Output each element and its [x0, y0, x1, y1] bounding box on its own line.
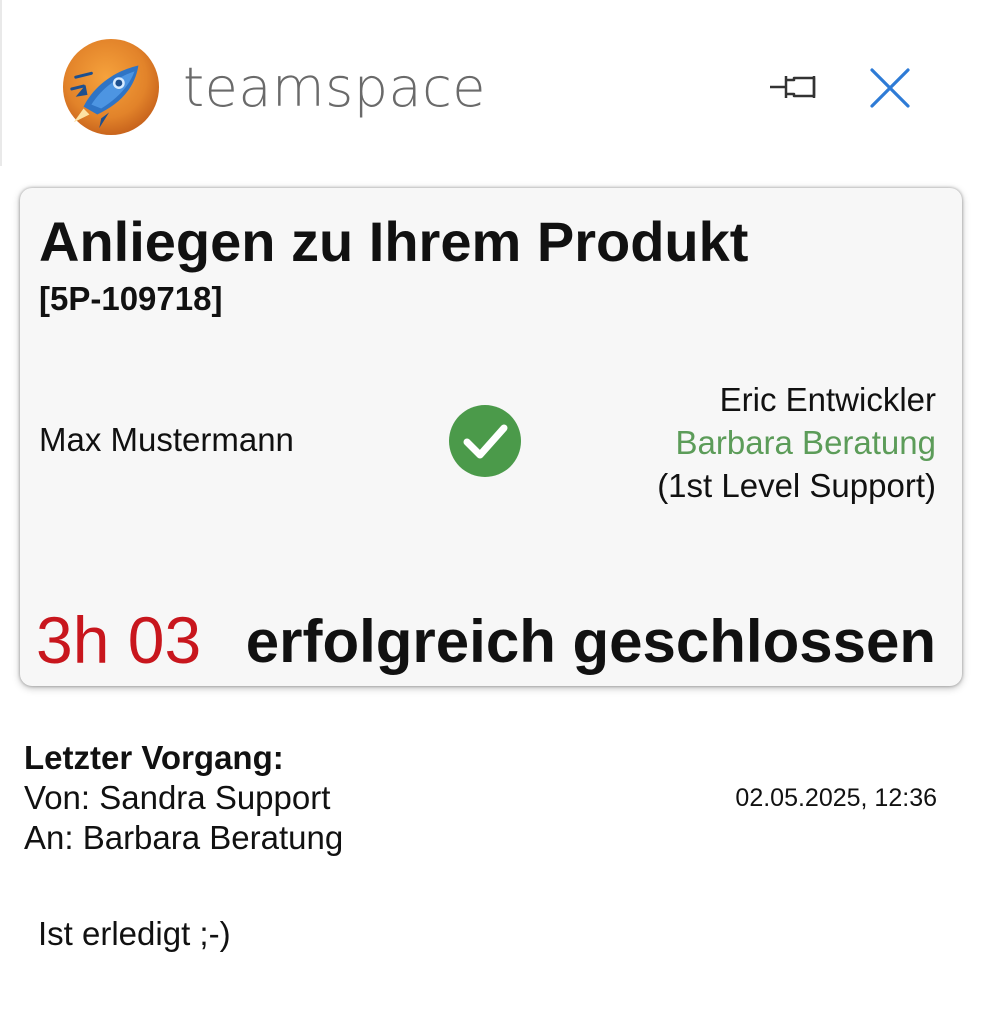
ticket-id: [5P-109718] [39, 280, 223, 317]
ticket-title: Anliegen zu Ihrem Produkt [39, 210, 749, 273]
last-action-message: Ist erledigt ;-) [38, 915, 231, 952]
header: teamspace [0, 0, 982, 170]
app-name: teamspace [183, 56, 487, 119]
rocket-logo-icon [62, 38, 160, 136]
assignee-advisor: Barbara Beratung [675, 424, 936, 461]
check-circle-icon [449, 405, 521, 477]
close-button[interactable] [864, 62, 916, 114]
pin-icon [770, 76, 816, 98]
last-action-section: Letzter Vorgang: Von: Sandra Support An:… [24, 738, 939, 858]
assignee-list: Eric Entwickler Barbara Beratung (1st Le… [657, 378, 936, 507]
ticket-duration: 3h 03 [36, 603, 202, 677]
assignee-role: (1st Level Support) [657, 467, 936, 504]
assignee-developer: Eric Entwickler [719, 381, 936, 418]
close-icon [870, 68, 910, 108]
last-action-timestamp: 02.05.2025, 12:36 [735, 784, 937, 812]
pin-button[interactable] [764, 64, 824, 110]
ticket-card[interactable]: Anliegen zu Ihrem Produkt [5P-109718] Ma… [20, 188, 962, 686]
ticket-status: erfolgreich geschlossen [245, 608, 936, 675]
notification-window: teamspace Anliegen zu Ihrem Produkt [5P-… [0, 0, 982, 1024]
last-action-recipient: An: Barbara Beratung [24, 819, 344, 856]
last-action-heading: Letzter Vorgang: [24, 739, 284, 776]
customer-name: Max Mustermann [39, 421, 294, 458]
